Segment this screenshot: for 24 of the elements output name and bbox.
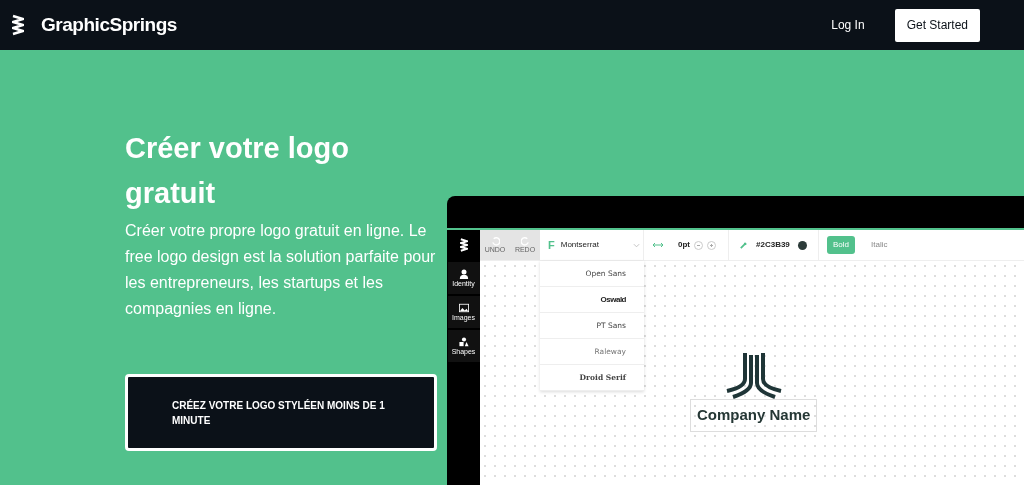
redo-icon: [520, 236, 530, 246]
get-started-button[interactable]: Get Started: [894, 8, 980, 42]
color-swatch[interactable]: [797, 240, 807, 250]
company-name[interactable]: Company Name: [690, 399, 818, 432]
spacing-value: 0pt: [678, 239, 690, 251]
eyedropper-icon[interactable]: [739, 240, 748, 250]
hero-title: Créer votre logo gratuit: [125, 131, 350, 211]
create-logo-button[interactable]: CRÉEZ VOTRE LOGO STYLÉEN MOINS DE 1 MINUTE: [125, 374, 437, 451]
login-link[interactable]: Log In: [831, 16, 865, 34]
brand-name[interactable]: GraphicSprings: [41, 10, 177, 40]
logo-icon: [459, 238, 468, 252]
width-arrows-icon: [652, 242, 664, 248]
hero-text: Créer votre propre logo gratuit en ligne. Le free logo design est la solution parfaite pour les entrepreneurs, les startups et les compagnies en ligne.: [125, 221, 437, 319]
logo-icon: [12, 14, 24, 36]
style-toggle[interactable]: Italic: [865, 236, 894, 254]
chevron-down-icon[interactable]: [633, 242, 640, 248]
color-value: #2C3B39: [756, 239, 790, 251]
shapes-icon: [458, 336, 469, 347]
font-option[interactable]: Oswald: [540, 287, 644, 313]
font-letter: F: [548, 237, 555, 253]
undo-icon: [490, 236, 500, 246]
font-select[interactable]: Montserrat: [560, 239, 633, 251]
image-icon: [458, 302, 469, 313]
person-icon: [458, 268, 469, 279]
